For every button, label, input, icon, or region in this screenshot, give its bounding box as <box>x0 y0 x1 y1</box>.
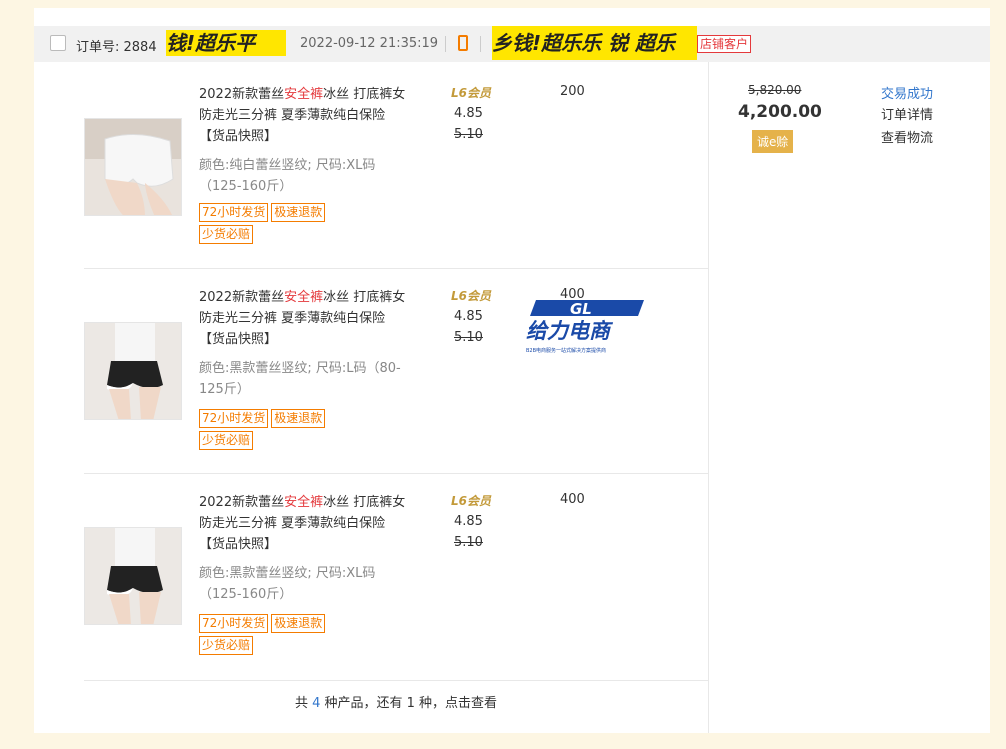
unit-price: 4.85 <box>454 514 483 529</box>
title-text: 2022新款蕾丝 <box>199 290 285 305</box>
store-customer-tag: 店铺客户 <box>697 35 752 53</box>
total-original: 5,820.00 <box>748 83 802 97</box>
divider <box>445 36 446 52</box>
unit-price: 4.85 <box>454 106 483 121</box>
unit-price: 4.85 <box>454 309 483 324</box>
quantity: 200 <box>560 84 585 99</box>
member-level: L6会员 <box>451 86 491 100</box>
badge-shortage-compensation: 少货必赔 <box>199 225 254 244</box>
product-variant: 颜色:黑款蕾丝竖纹; 尺码:XL码（125-160斤） <box>199 566 376 602</box>
badge-72h-shipping: 72小时发货 <box>199 203 269 222</box>
gl-logo-mark: GL 给力电商 B2B电商服务一站式解决方案提供商 <box>526 300 644 354</box>
title-text: 2022新款蕾丝 <box>199 87 285 102</box>
footer-text: 种产品，还有 1 种，点击查看 <box>320 696 498 711</box>
title-highlight: 安全裤 <box>284 87 324 102</box>
badge-shortage-compensation: 少货必赔 <box>199 636 254 655</box>
product-photo-black-shorts <box>85 528 181 624</box>
brand-logo-watermark: GL 给力电商 B2B电商服务一站式解决方案提供商 <box>524 294 654 358</box>
title-highlight: 安全裤 <box>284 290 324 305</box>
order-date: 2022-09-12 21:35:19 <box>300 36 439 51</box>
product-variant: 颜色:黑款蕾丝竖纹; 尺码:L码（80-125斤） <box>199 361 401 397</box>
product-photo-white-shorts <box>85 119 181 215</box>
badge-fast-refund: 极速退款 <box>271 409 326 428</box>
more-products-link[interactable]: 共 4 种产品，还有 1 种，点击查看 <box>84 692 708 711</box>
logo-tagline: B2B电商服务一站式解决方案提供商 <box>526 347 606 354</box>
member-level: L6会员 <box>451 494 491 508</box>
product-title[interactable]: 2022新款蕾丝安全裤冰丝 打底裤女防走光三分裤 夏季薄款纯白保险 【货品快照】 <box>199 84 414 147</box>
order-detail-link[interactable]: 订单详情 <box>881 104 933 123</box>
product-image[interactable] <box>84 527 182 625</box>
order-checkbox[interactable] <box>50 35 66 51</box>
order-item: 2022新款蕾丝安全裤冰丝 打底裤女防走光三分裤 夏季薄款纯白保险 【货品快照】… <box>84 492 708 672</box>
service-badges: 72小时发货 极速退款 少货必赔 <box>199 614 429 658</box>
order-item: 2022新款蕾丝安全裤冰丝 打底裤女防走光三分裤 夏季薄款纯白保险 【货品快照】… <box>84 84 708 264</box>
mobile-order-icon <box>458 35 468 51</box>
footer-text: 共 <box>294 696 313 711</box>
product-title[interactable]: 2022新款蕾丝安全裤冰丝 打底裤女防走光三分裤 夏季薄款纯白保险 【货品快照】 <box>199 287 414 350</box>
item-divider <box>84 680 708 681</box>
quantity: 400 <box>560 492 585 507</box>
order-card: 订单号: 2884 钱!超乐平 2022-09-12 21:35:19 乡钱!超… <box>34 8 990 733</box>
item-divider <box>84 268 708 269</box>
product-variant: 颜色:纯白蕾丝竖纹; 尺码:XL码（125-160斤） <box>199 158 376 194</box>
title-highlight: 安全裤 <box>284 495 324 510</box>
logo-gl-text: GL <box>570 300 592 318</box>
service-badges: 72小时发货 极速退款 少货必赔 <box>199 409 429 453</box>
order-header: 订单号: 2884 钱!超乐平 2022-09-12 21:35:19 乡钱!超… <box>34 26 990 62</box>
badge-shortage-compensation: 少货必赔 <box>199 431 254 450</box>
divider <box>480 36 481 52</box>
product-image[interactable] <box>84 118 182 216</box>
badge-72h-shipping: 72小时发货 <box>199 614 269 633</box>
original-price: 5.10 <box>454 535 483 550</box>
original-price: 5.10 <box>454 330 483 345</box>
title-text: 2022新款蕾丝 <box>199 495 285 510</box>
watermark-overlay-2: 乡钱!超乐乐 锐 超乐 <box>492 26 697 60</box>
product-title[interactable]: 2022新款蕾丝安全裤冰丝 打底裤女防走光三分裤 夏季薄款纯白保险 【货品快照】 <box>199 492 414 555</box>
logo-name: 给力电商 <box>526 319 614 343</box>
view-logistics-link[interactable]: 查看物流 <box>881 127 933 146</box>
column-divider <box>708 62 709 733</box>
member-level: L6会员 <box>451 289 491 303</box>
product-photo-black-shorts <box>85 323 181 419</box>
watermark-overlay-1: 钱!超乐平 <box>166 30 286 56</box>
service-badges: 72小时发货 极速退款 少货必赔 <box>199 203 429 247</box>
badge-fast-refund: 极速退款 <box>271 614 326 633</box>
badge-fast-refund: 极速退款 <box>271 203 326 222</box>
item-divider <box>84 473 708 474</box>
credit-pay-badge: 诚e赊 <box>752 130 794 153</box>
product-image[interactable] <box>84 322 182 420</box>
total-amount: 4,200.00 <box>738 102 822 122</box>
badge-72h-shipping: 72小时发货 <box>199 409 269 428</box>
trade-status-link[interactable]: 交易成功 <box>881 83 933 102</box>
original-price: 5.10 <box>454 127 483 142</box>
order-number: 订单号: 2884 <box>76 40 157 55</box>
